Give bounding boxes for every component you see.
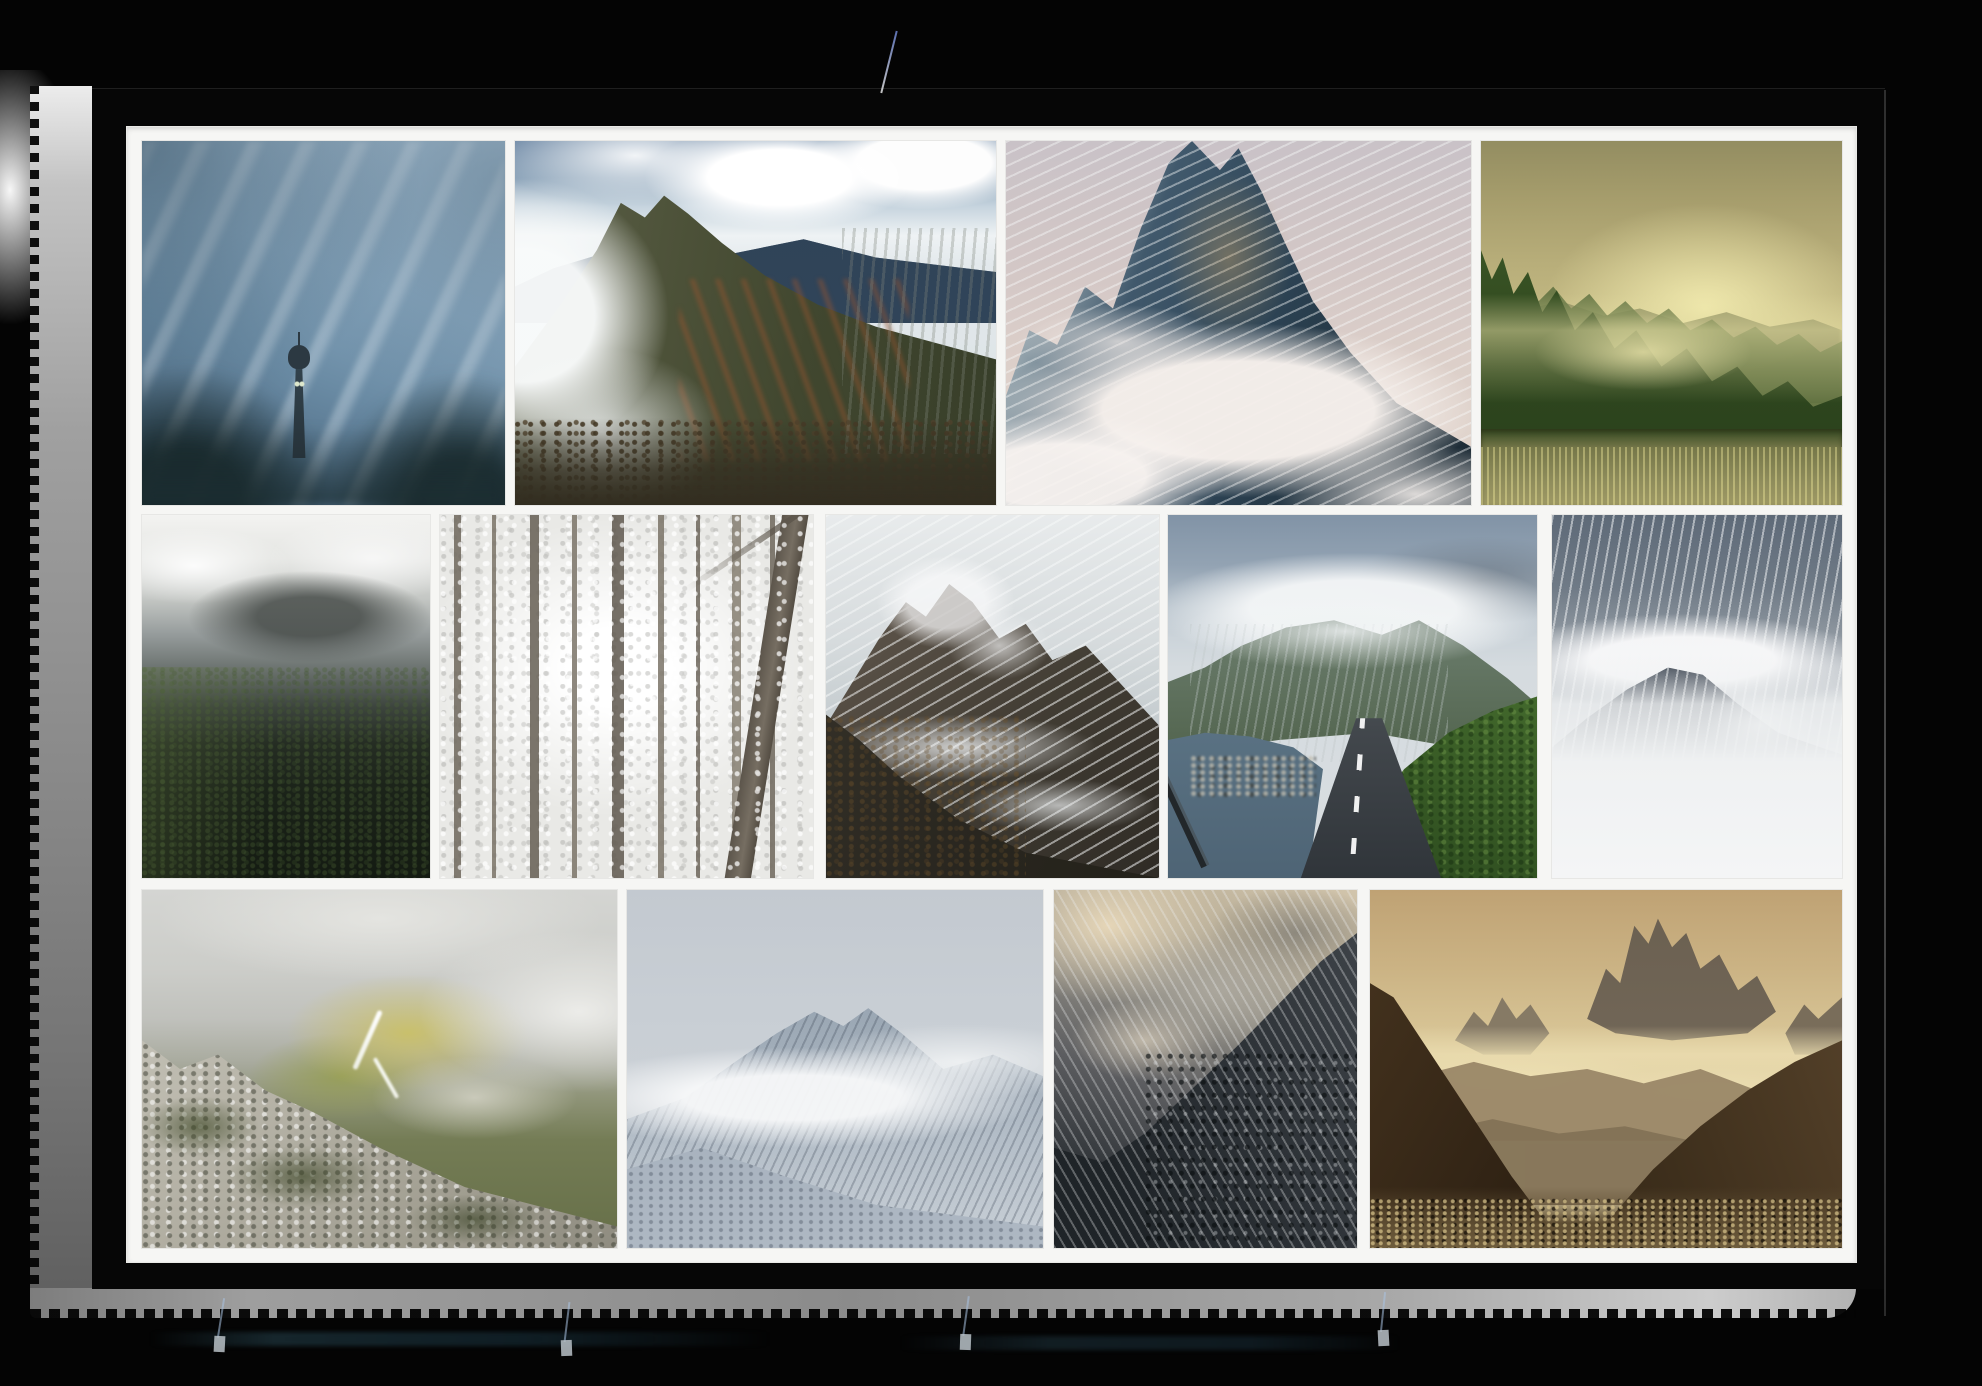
debris-tick	[1378, 1330, 1390, 1347]
scratch-mark-top	[880, 31, 897, 94]
lighthouse-lights	[294, 381, 305, 387]
larch-texture	[826, 715, 1026, 878]
low-cloud-layer	[1006, 141, 1471, 505]
photo-misty-coast-road	[1168, 515, 1537, 878]
fog-sea-layer	[1552, 515, 1842, 878]
photo-golden-dolomite-ridges	[1370, 890, 1842, 1248]
photo-cloud-over-dark-forest	[142, 515, 430, 878]
shrub-foreground	[515, 418, 996, 505]
photo-highland-valley	[142, 890, 617, 1248]
frame-outer-bevel-bottom	[30, 1288, 1856, 1318]
photo-cloud-ridge	[515, 141, 996, 505]
lighthouse-mast	[298, 332, 300, 347]
lake-sparkle	[1481, 447, 1842, 505]
photo-storm-light-slope	[1054, 890, 1357, 1248]
photo-minimal-fog-hill	[1552, 515, 1842, 878]
shadow-streak-left	[150, 1332, 770, 1346]
frame-outer-bevel-left	[30, 86, 92, 1318]
photo-pale-snow-range	[627, 890, 1043, 1248]
photo-foggy-forest-canopy	[440, 515, 813, 878]
debris-tick	[561, 1340, 573, 1356]
photo-foggy-lighthouse	[142, 141, 505, 505]
photo-snow-dusted-peak	[826, 515, 1159, 878]
foreground-shadow	[142, 425, 505, 505]
frame-edge-highlight	[1884, 90, 1886, 1316]
frost-speckle-layer	[440, 515, 813, 878]
debris-tick	[960, 1334, 972, 1350]
framed-collage-mockup	[0, 0, 1982, 1386]
photo-grid	[142, 141, 1842, 1248]
shadow-streak-right	[900, 1336, 1400, 1350]
debris-tick	[214, 1336, 226, 1353]
rolling-fog-layer	[142, 890, 617, 1248]
rubble-speckle	[1370, 1198, 1842, 1248]
photo-alpine-spire	[1006, 141, 1471, 505]
conifer-speckle	[1145, 1051, 1357, 1248]
photo-golden-forest-lake	[1481, 141, 1842, 505]
forest-texture	[142, 667, 430, 878]
rocky-shore-texture	[1190, 755, 1315, 799]
lighthouse-dome	[288, 345, 310, 369]
